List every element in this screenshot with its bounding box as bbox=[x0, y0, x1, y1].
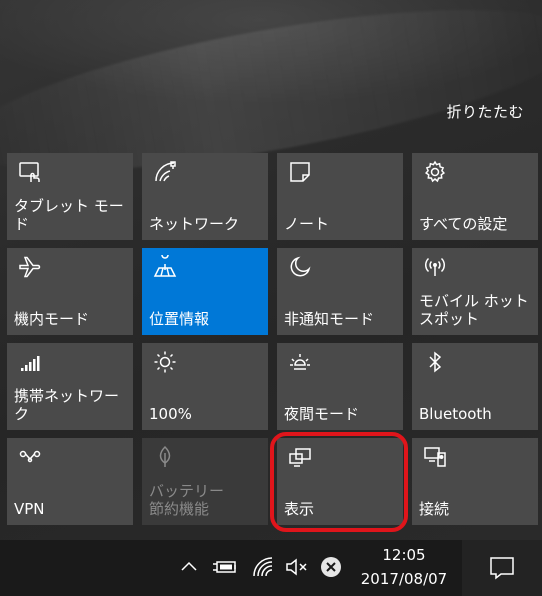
location-icon bbox=[153, 255, 177, 279]
bluetooth-icon bbox=[423, 350, 447, 374]
tile-label: VPN bbox=[14, 500, 45, 518]
speaker-mute-icon[interactable] bbox=[284, 554, 310, 580]
tile-brightness[interactable]: 100% bbox=[142, 343, 268, 430]
hotspot-icon bbox=[423, 255, 447, 279]
tile-battery-saver[interactable]: バッテリー 節約機能 bbox=[142, 438, 268, 525]
tile-label: 表示 bbox=[284, 500, 315, 518]
action-center-icon bbox=[489, 556, 515, 580]
network-icon bbox=[153, 160, 177, 184]
tile-project[interactable]: 表示 bbox=[277, 438, 403, 525]
collapse-link[interactable]: 折りたたむ bbox=[446, 101, 524, 122]
tile-connect[interactable]: 接続 bbox=[412, 438, 538, 525]
tile-label: すべての設定 bbox=[419, 215, 508, 233]
moon-icon bbox=[288, 255, 312, 279]
tablet-mode-icon bbox=[18, 160, 42, 184]
tile-night-light[interactable]: 夜間モード bbox=[277, 343, 403, 430]
tile-label: 夜間モード bbox=[284, 405, 360, 423]
brightness-icon bbox=[153, 350, 177, 374]
tile-label: 機内モード bbox=[14, 310, 90, 328]
vpn-icon bbox=[18, 445, 42, 469]
airplane-icon bbox=[18, 255, 42, 279]
tile-label: ノート bbox=[284, 215, 330, 233]
chevron-up-icon[interactable] bbox=[176, 554, 202, 580]
tile-label: バッテリー 節約機能 bbox=[149, 482, 225, 518]
clock-time: 12:05 bbox=[382, 546, 426, 564]
tile-tablet-mode[interactable]: タブレット モード bbox=[7, 153, 133, 240]
clock-date: 2017/08/07 bbox=[360, 570, 448, 588]
taskbar: 12:05 2017/08/07 bbox=[0, 540, 542, 596]
battery-plug-icon[interactable] bbox=[212, 554, 238, 580]
tile-mobile-hotspot[interactable]: モバイル ホットスポット bbox=[412, 248, 538, 335]
tile-airplane-mode[interactable]: 機内モード bbox=[7, 248, 133, 335]
clock[interactable]: 12:05 2017/08/07 bbox=[352, 543, 456, 591]
tile-label: ネットワーク bbox=[149, 215, 240, 233]
connect-icon bbox=[423, 445, 447, 469]
wifi-icon[interactable] bbox=[250, 554, 276, 580]
tile-label: Bluetooth bbox=[419, 405, 492, 423]
cellular-icon bbox=[18, 350, 42, 374]
tile-label: 携帯ネットワーク bbox=[14, 387, 120, 423]
note-icon bbox=[288, 160, 312, 184]
tile-label: 位置情報 bbox=[149, 310, 210, 328]
tile-label: タブレット モード bbox=[14, 197, 124, 233]
tile-network[interactable]: ネットワーク bbox=[142, 153, 268, 240]
tile-cellular[interactable]: 携帯ネットワーク bbox=[7, 343, 133, 430]
action-center-panel: 折りたたむ タブレット モード ネットワーク ノート すべての設定 機内モード … bbox=[0, 0, 542, 540]
tile-bluetooth[interactable]: Bluetooth bbox=[412, 343, 538, 430]
gear-icon bbox=[423, 160, 447, 184]
battery-saver-icon bbox=[153, 445, 177, 469]
tile-vpn[interactable]: VPN bbox=[7, 438, 133, 525]
night-light-icon bbox=[288, 350, 312, 374]
tile-note[interactable]: ノート bbox=[277, 153, 403, 240]
tile-label: モバイル ホットスポット bbox=[419, 292, 529, 328]
tile-label: 100% bbox=[149, 405, 192, 423]
tile-location[interactable]: 位置情報 bbox=[142, 248, 268, 335]
tile-label: 接続 bbox=[419, 500, 450, 518]
tile-quiet-hours[interactable]: 非通知モード bbox=[277, 248, 403, 335]
action-center-button[interactable] bbox=[462, 540, 542, 596]
tile-all-settings[interactable]: すべての設定 bbox=[412, 153, 538, 240]
close-circle-icon[interactable] bbox=[318, 554, 344, 580]
project-icon bbox=[288, 445, 312, 469]
tile-label: 非通知モード bbox=[284, 310, 375, 328]
